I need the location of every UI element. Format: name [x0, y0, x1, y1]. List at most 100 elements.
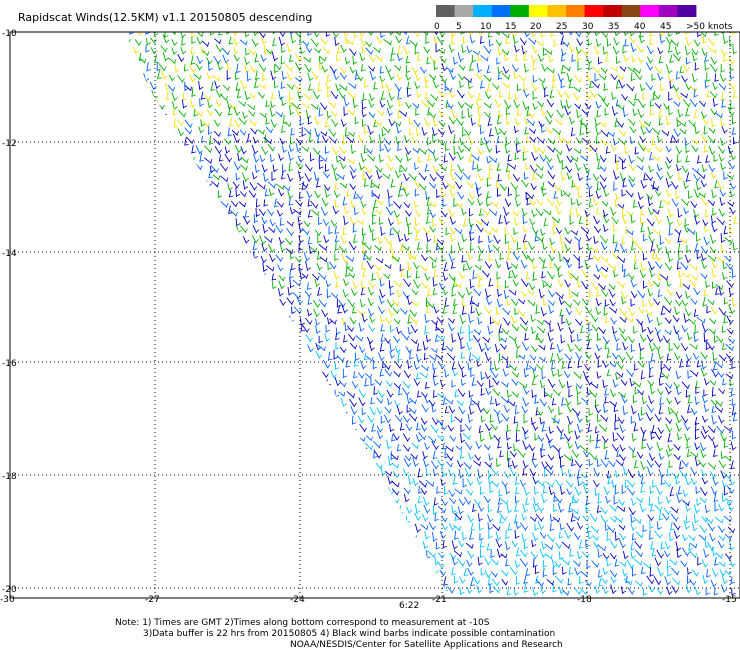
- wind-barb-feather: [199, 276, 204, 279]
- wind-barb-feather: [355, 285, 359, 289]
- wind-barb: [145, 101, 147, 110]
- wind-barb-feather: [326, 338, 331, 342]
- wind-barb-feather: [444, 160, 449, 163]
- wind-barb-feather: [397, 229, 400, 234]
- wind-barb-feather: [685, 223, 690, 227]
- wind-barb: [663, 305, 671, 314]
- wind-barb-feather: [688, 284, 691, 289]
- wind-barb: [663, 335, 668, 344]
- wind-barb-feather: [255, 139, 259, 144]
- wind-barb-feather: [669, 300, 673, 305]
- wind-barb: [220, 175, 228, 183]
- wind-barb: [172, 133, 175, 143]
- wind-barb-feather: [217, 59, 221, 64]
- wind-barb-feather: [406, 192, 410, 196]
- wind-barb-feather: [380, 330, 386, 332]
- wind-barb-feather: [669, 159, 673, 163]
- wind-barb: [186, 137, 193, 144]
- wind-barb-feather: [605, 69, 608, 73]
- wind-barb: [198, 290, 203, 297]
- wind-barb-feather: [432, 102, 435, 107]
- wind-barb: [197, 252, 201, 261]
- wind-barb-feather: [488, 264, 492, 269]
- wind-barb-feather: [603, 158, 607, 162]
- wind-barb-feather: [245, 34, 250, 37]
- wind-barb-feather: [144, 132, 149, 136]
- wind-barb-feather: [274, 57, 278, 61]
- wind-barb-feather: [586, 265, 591, 269]
- wind-barb: [522, 215, 525, 225]
- wind-barb: [152, 119, 157, 127]
- wind-barb-feather: [219, 39, 222, 44]
- wind-barb: [118, 171, 119, 178]
- wind-barb-feather: [135, 79, 140, 83]
- wind-barb: [600, 288, 607, 298]
- wind-barb-feather: [217, 247, 221, 252]
- wind-barb-feather: [138, 69, 143, 72]
- wind-barb-feather: [649, 231, 654, 235]
- wind-barb-feather: [138, 122, 141, 127]
- wind-barb-feather: [254, 320, 258, 325]
- wind-barb: [608, 288, 614, 298]
- wind-barb: [551, 216, 560, 224]
- wind-barb-feather: [435, 40, 439, 44]
- wind-barb: [215, 44, 221, 53]
- wind-barb: [294, 334, 299, 341]
- wind-barb-feather: [542, 320, 544, 325]
- wind-barb-feather: [270, 159, 275, 162]
- wind-barb: [125, 107, 129, 117]
- wind-barb-feather: [309, 95, 312, 100]
- wind-barb-feather: [174, 106, 178, 110]
- wind-barb: [689, 98, 696, 108]
- wind-barb: [617, 137, 626, 146]
- wind-barb-feather: [414, 51, 420, 54]
- wind-barb-feather: [706, 347, 711, 350]
- wind-barb-feather: [164, 168, 169, 172]
- wind-barb-feather: [703, 41, 708, 44]
- wind-barb-feather: [207, 51, 210, 56]
- wind-barb-feather: [398, 294, 403, 298]
- wind-barb-feather: [452, 33, 457, 37]
- wind-barb-feather: [526, 167, 531, 170]
- wind-barb-feather: [652, 98, 658, 100]
- wind-barb-feather: [352, 185, 356, 190]
- wind-barb: [147, 200, 155, 207]
- wind-barb-feather: [657, 346, 661, 351]
- wind-barb: [391, 227, 399, 235]
- wind-barb-feather: [559, 349, 563, 353]
- wind-barb-feather: [588, 321, 592, 326]
- wind-barb-feather: [139, 266, 142, 271]
- wind-barb-feather: [722, 220, 725, 225]
- wind-barb: [546, 66, 554, 74]
- wind-barb: [665, 64, 670, 74]
- wind-barb-feather: [460, 32, 465, 35]
- wind-barb-feather: [362, 233, 367, 236]
- wind-barb: [449, 171, 454, 182]
- wind-barb: [339, 84, 347, 91]
- wind-barb: [252, 334, 258, 344]
- wind-barb-feather: [127, 174, 132, 178]
- wind-barb-feather: [336, 193, 340, 198]
- wind-barb: [514, 197, 519, 207]
- wind-barb-feather: [210, 111, 214, 116]
- wind-barb-feather: [171, 77, 176, 81]
- wind-barb-feather: [668, 200, 671, 205]
- wind-barb-feather: [504, 186, 508, 191]
- wind-barb-feather: [579, 41, 584, 46]
- color-bar-label: 30: [582, 22, 594, 32]
- wind-barb-feather: [532, 67, 538, 70]
- wind-barb: [247, 272, 254, 279]
- wind-barb-feather: [499, 303, 503, 307]
- wind-barb-feather: [127, 312, 132, 317]
- wind-barb-feather: [588, 77, 593, 81]
- wind-barb-feather: [280, 157, 284, 161]
- wind-barb: [689, 279, 696, 288]
- wind-barb-feather: [505, 57, 510, 61]
- wind-barb-feather: [533, 58, 537, 63]
- wind-barb-feather: [478, 105, 483, 109]
- wind-barb-feather: [712, 286, 717, 289]
- wind-barb-feather: [290, 256, 295, 259]
- wind-barb: [484, 288, 488, 299]
- wind-barb-feather: [164, 255, 168, 260]
- wind-barb-feather: [256, 339, 260, 344]
